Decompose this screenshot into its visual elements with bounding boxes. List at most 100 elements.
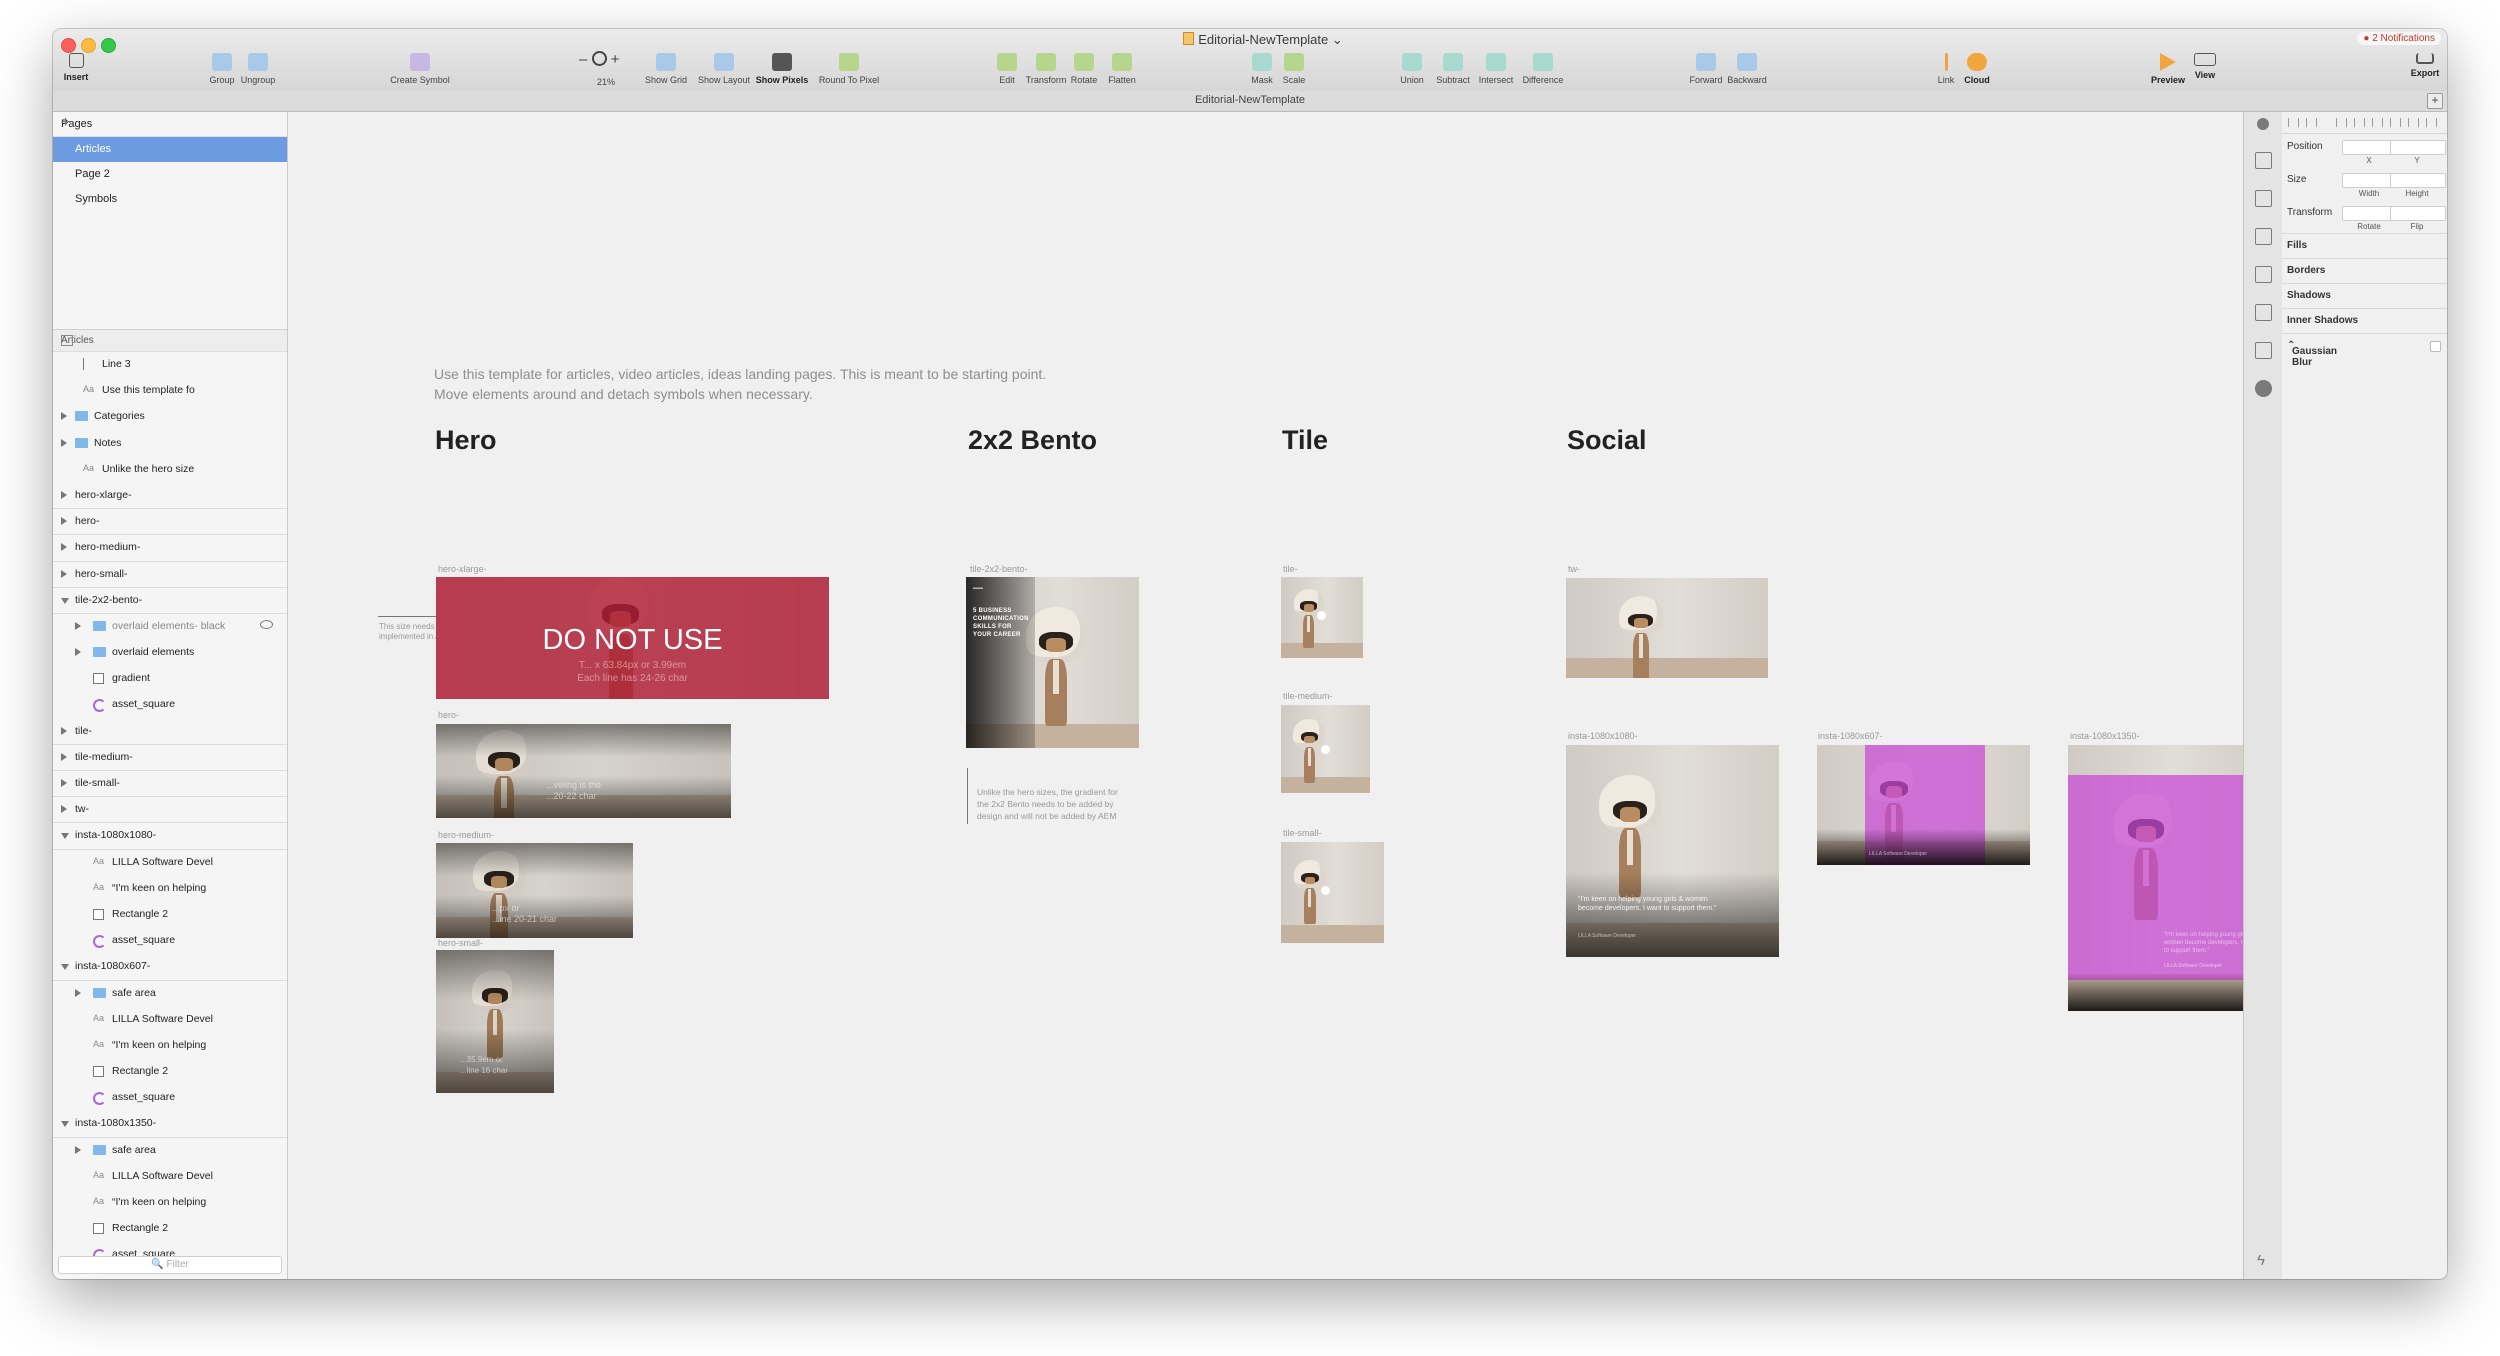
- page-item-articles[interactable]: Articles: [53, 137, 287, 162]
- artboard-bento[interactable]: ▬▬ 5 BUSINESS COMMUNICATION SKILLS FOR Y…: [966, 577, 1139, 748]
- borders-section[interactable]: Borders: [2282, 258, 2447, 283]
- artboard-hero-small[interactable]: ...35.9em or ...line 16 char: [436, 950, 554, 1093]
- artboard-hero-xlarge[interactable]: DO NOT USE T... x 63.84px or 3.99em Each …: [436, 577, 829, 699]
- align-bottom-icon[interactable]: [2390, 118, 2401, 127]
- layer-row[interactable]: overlaid elements: [53, 640, 287, 666]
- layer-row[interactable]: asset_square: [53, 1085, 287, 1111]
- layer-row[interactable]: safe area: [53, 981, 287, 1007]
- artboard-label-tile[interactable]: tile-: [1283, 564, 1298, 574]
- add-tab-button[interactable]: +: [2427, 93, 2443, 109]
- disclosure-closed-icon[interactable]: [61, 438, 67, 447]
- artboard-label-bento[interactable]: tile-2x2-bento-: [970, 564, 1028, 574]
- artboard-tile-small[interactable]: [1281, 842, 1384, 943]
- document-settings-icon[interactable]: [2255, 228, 2272, 245]
- disclosure-open-icon[interactable]: [61, 1121, 69, 1128]
- layer-row[interactable]: hero-xlarge-: [53, 483, 287, 510]
- layer-row[interactable]: insta-1080x1080-: [53, 823, 287, 850]
- disclosure-open-icon[interactable]: [61, 833, 69, 840]
- page-item-page-2[interactable]: Page 2: [53, 162, 287, 187]
- backward-button[interactable]: Backward: [1722, 53, 1772, 85]
- layer-row[interactable]: overlaid elements- black: [53, 614, 287, 640]
- layer-row[interactable]: tile-medium-: [53, 745, 287, 771]
- view-button[interactable]: View: [2183, 53, 2227, 80]
- layer-row[interactable]: gradient: [53, 666, 287, 692]
- lightning-icon[interactable]: ϟ: [2257, 1252, 2265, 1269]
- align-right-icon[interactable]: [2336, 118, 2347, 127]
- artboard-tile[interactable]: [1281, 577, 1363, 658]
- zoom-in-button[interactable]: +: [611, 51, 620, 68]
- print-icon[interactable]: [2255, 190, 2272, 207]
- cloud-button[interactable]: Cloud: [1957, 53, 1997, 85]
- layer-row[interactable]: insta-1080x1350-: [53, 1111, 287, 1138]
- layer-row[interactable]: hero-small-: [53, 562, 287, 588]
- export-button[interactable]: Export: [2403, 53, 2447, 78]
- back-icon[interactable]: [2257, 118, 2269, 130]
- scale-button[interactable]: Scale: [1269, 53, 1319, 85]
- artboard-label-hero-medium[interactable]: hero-medium-: [438, 830, 494, 840]
- layer-filter-input[interactable]: 🔍 Filter: [58, 1256, 282, 1274]
- disclosure-open-icon[interactable]: [61, 964, 69, 971]
- artboard-label-hero-small[interactable]: hero-small-: [438, 938, 483, 948]
- layer-row[interactable]: tile-2x2-bento-: [53, 588, 287, 614]
- disclosure-closed-icon[interactable]: [61, 779, 67, 787]
- disclosure-closed-icon[interactable]: [61, 543, 67, 552]
- layer-row[interactable]: Rectangle 2: [53, 1216, 287, 1242]
- zoom-window-button[interactable]: [101, 38, 116, 53]
- layer-row[interactable]: Aa LILLA Software Devel: [53, 850, 287, 876]
- layer-row[interactable]: Aa Unlike the hero size: [53, 457, 287, 483]
- shadows-section[interactable]: Shadows: [2282, 283, 2447, 308]
- artboard-label-hero-xlarge[interactable]: hero-xlarge-: [438, 564, 487, 574]
- show-pixels-button[interactable]: Show Pixels: [747, 53, 817, 85]
- notifications-badge[interactable]: ● 2 Notifications: [2357, 32, 2441, 45]
- disclosure-closed-icon[interactable]: [75, 1145, 81, 1154]
- disclosure-closed-icon[interactable]: [61, 412, 67, 421]
- layer-row[interactable]: hero-: [53, 509, 287, 536]
- artboard-label-tile-medium[interactable]: tile-medium-: [1283, 691, 1333, 701]
- gaussian-blur-section[interactable]: Gaussian Blur ⌃: [2282, 333, 2447, 368]
- layer-row[interactable]: Aa “I'm keen on helping: [53, 1033, 287, 1059]
- distribute-vertical-icon[interactable]: [2426, 118, 2437, 127]
- disclosure-closed-icon[interactable]: [75, 988, 81, 997]
- intro-note[interactable]: Use this template for articles, video ar…: [434, 364, 1046, 404]
- prototype-icon[interactable]: [2255, 304, 2272, 321]
- plugin-icon[interactable]: [2255, 380, 2272, 397]
- flatten-button[interactable]: Flatten: [1097, 53, 1147, 85]
- flip-buttons[interactable]: [2390, 206, 2446, 221]
- round-to-pixel-button[interactable]: Round To Pixel: [809, 53, 889, 85]
- artboard-label-hero[interactable]: hero-: [438, 710, 459, 720]
- artboard-insta-1080[interactable]: “I'm keen on helping young girls & women…: [1566, 745, 1779, 957]
- disclosure-closed-icon[interactable]: [61, 805, 67, 814]
- fills-section[interactable]: Fills: [2282, 233, 2447, 258]
- page-item-symbols[interactable]: Symbols: [53, 187, 287, 212]
- layer-row[interactable]: Aa Use this template fo: [53, 378, 287, 404]
- layer-row[interactable]: tw-: [53, 797, 287, 824]
- disclosure-closed-icon[interactable]: [61, 517, 67, 526]
- create-symbol-button[interactable]: Create Symbol: [373, 53, 467, 85]
- collapse-layers-icon[interactable]: [61, 335, 73, 346]
- layer-row[interactable]: insta-1080x607-: [53, 954, 287, 981]
- layer-row[interactable]: tile-small-: [53, 771, 287, 798]
- document-tab[interactable]: Editorial-NewTemplate: [53, 94, 2447, 106]
- layer-row[interactable]: Rectangle 2: [53, 1059, 287, 1085]
- close-window-button[interactable]: [61, 38, 76, 53]
- align-center-icon[interactable]: [2306, 118, 2317, 127]
- position-y-field[interactable]: [2390, 140, 2446, 155]
- canvas[interactable]: Use this template for articles, video ar…: [288, 112, 2243, 1279]
- layer-row[interactable]: tile-: [53, 719, 287, 745]
- layer-row[interactable]: asset_square: [53, 692, 287, 718]
- blur-checkbox[interactable]: [2430, 341, 2441, 352]
- image-icon[interactable]: [2255, 342, 2272, 359]
- artboard-label-insta-1350[interactable]: insta-1080x1350-: [2070, 731, 2140, 741]
- artboard-label-insta-1080[interactable]: insta-1080x1080-: [1568, 731, 1638, 741]
- artboard-label-insta-607[interactable]: insta-1080x607-: [1818, 731, 1883, 741]
- artboard-insta-1350[interactable]: “I'm keen on helping young girls & women…: [2068, 745, 2243, 1011]
- disclosure-closed-icon[interactable]: [75, 621, 81, 630]
- minimize-window-button[interactable]: [81, 38, 96, 53]
- align-top-icon[interactable]: [2354, 118, 2365, 127]
- layer-row[interactable]: Aa “I'm keen on helping: [53, 1190, 287, 1216]
- layer-row[interactable]: Notes: [53, 431, 287, 457]
- layer-row[interactable]: Rectangle 2: [53, 902, 287, 928]
- layer-row[interactable]: safe area: [53, 1138, 287, 1164]
- layer-row[interactable]: Line 3: [53, 352, 287, 378]
- align-middle-icon[interactable]: [2372, 118, 2383, 127]
